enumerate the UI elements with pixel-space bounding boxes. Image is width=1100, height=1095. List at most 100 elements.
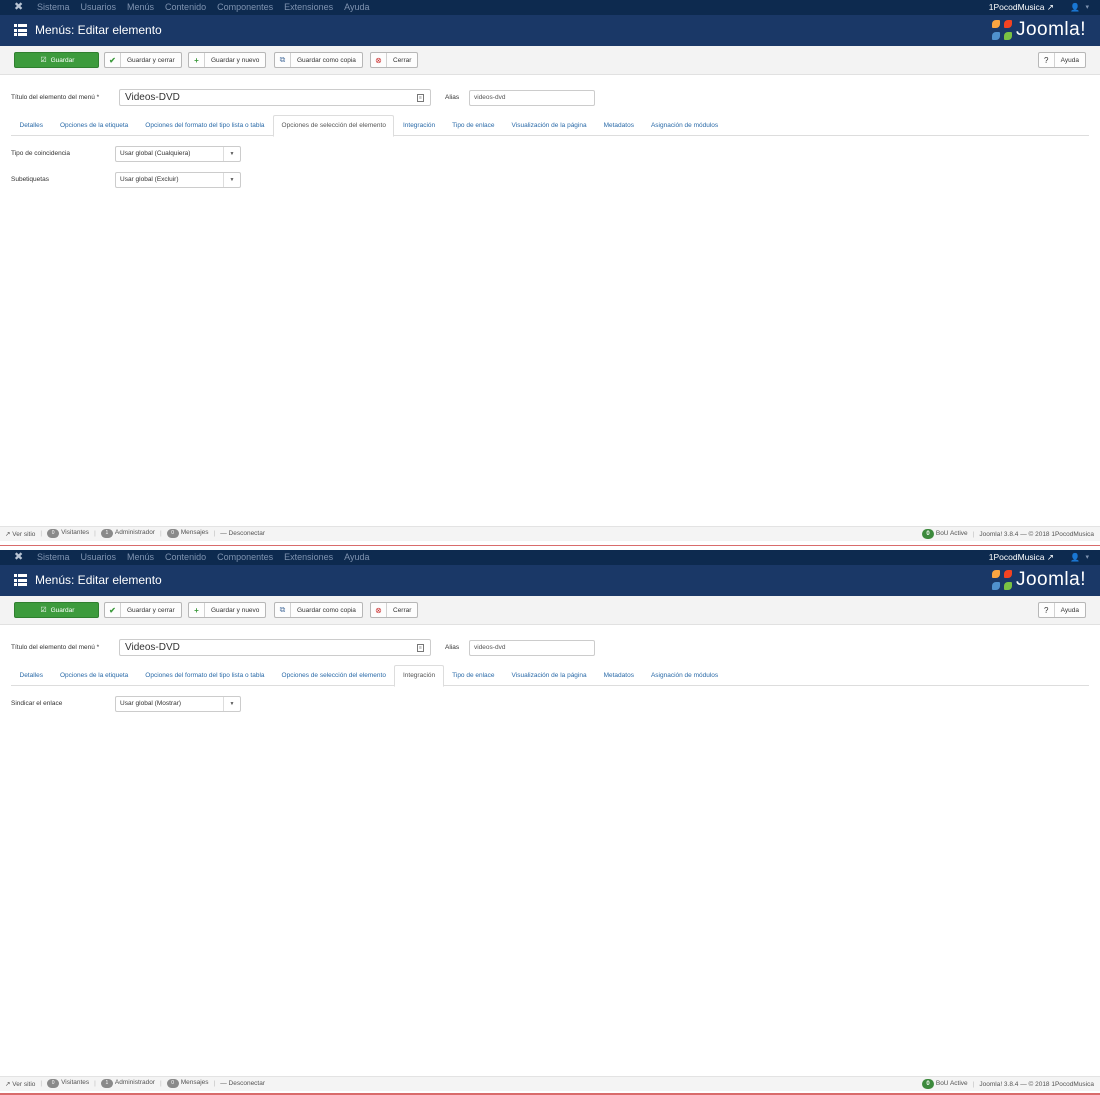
tab-details[interactable]: Detalles — [11, 665, 51, 686]
menu-contenido[interactable]: Contenido — [165, 2, 206, 13]
page-title: Menús: Editar elemento — [35, 573, 162, 587]
check-icon: ✔ — [105, 53, 121, 67]
save-icon: ☑ — [40, 607, 47, 614]
toolbar: ☑ Guardar ✔ Guardar y cerrar + Guardar y nu… — [0, 596, 1100, 625]
external-link-icon: ↗ — [5, 530, 11, 538]
tab-page-display[interactable]: Visualización de la página — [503, 665, 595, 686]
menu-usuarios[interactable]: Usuarios — [81, 552, 117, 563]
tab-list-layout-options[interactable]: Opciones del formato del tipo lista o ta… — [137, 665, 273, 686]
save-copy-button[interactable]: ⧉ Guardar como copia — [274, 52, 363, 68]
tab-metadata[interactable]: Metadatos — [595, 665, 642, 686]
menu-sistema[interactable]: Sistema — [37, 2, 70, 13]
tab-item-selection-options[interactable]: Opciones de selección del elemento — [273, 665, 394, 686]
caret-down-icon: ▼ — [223, 697, 240, 711]
help-button[interactable]: ? Ayuda — [1037, 602, 1086, 618]
tab-page-display[interactable]: Visualización de la página — [503, 115, 595, 136]
save-button[interactable]: ☑ Guardar — [14, 602, 99, 618]
external-link-icon: ↗ — [5, 1080, 11, 1088]
syndicate-link-select[interactable]: Usar global (Mostrar) ▼ — [115, 696, 241, 712]
alias-input[interactable]: videos-dvd — [469, 640, 595, 656]
menu-extensiones[interactable]: Extensiones — [284, 552, 333, 563]
messages-link[interactable]: 0 Mensajes — [166, 1079, 209, 1088]
view-site-link[interactable]: ↗ Ver sitio — [5, 530, 35, 538]
help-button[interactable]: ? Ayuda — [1037, 52, 1086, 68]
save-close-button[interactable]: ✔ Guardar y cerrar — [104, 602, 182, 618]
list-icon — [14, 24, 27, 36]
tab-details[interactable]: Detalles — [11, 115, 51, 136]
caret-down-icon: ▼ — [223, 147, 240, 161]
title-input[interactable]: Videos-DVD ≡ — [119, 639, 431, 656]
menu-ayuda[interactable]: Ayuda — [344, 552, 369, 563]
syndicate-link-label: Sindicar el enlace — [11, 700, 63, 707]
match-type-select[interactable]: Usar global (Cualquiera) ▼ — [115, 146, 241, 162]
save-close-button[interactable]: ✔ Guardar y cerrar — [104, 52, 182, 68]
admin-status: 1 Administrador — [100, 529, 155, 538]
version-text: Joomla! 3.8.4 — © 2018 1PocodMusica — [979, 1080, 1094, 1088]
page-header: Menús: Editar elemento Joomla! — [0, 15, 1100, 46]
menu-extensiones[interactable]: Extensiones — [284, 2, 333, 13]
alias-input[interactable]: videos-dvd — [469, 90, 595, 106]
menu-componentes[interactable]: Componentes — [217, 2, 273, 13]
plus-icon: + — [189, 603, 205, 617]
save-new-button[interactable]: + Guardar y nuevo — [188, 52, 267, 68]
screen-item-selection-options: ✖ Sistema Usuarios Menús Contenido Compo… — [0, 0, 1100, 545]
save-new-button[interactable]: + Guardar y nuevo — [188, 602, 267, 618]
tab-tag-options[interactable]: Opciones de la etiqueta — [51, 115, 136, 136]
tab-link-type[interactable]: Tipo de enlace — [444, 115, 503, 136]
close-button[interactable]: ⊗ Cerrar — [370, 602, 419, 618]
joomla-menu-icon[interactable]: ✖ — [14, 2, 25, 13]
bou-status: 0 BoU Active — [922, 529, 968, 539]
logout-link[interactable]: — Desconectar — [220, 530, 265, 537]
menu-componentes[interactable]: Componentes — [217, 552, 273, 563]
joomla-logo: Joomla! — [991, 570, 1086, 590]
chevron-down-icon[interactable]: ▾ — [1085, 552, 1089, 563]
save-button[interactable]: ☑ Guardar — [14, 52, 99, 68]
tab-link-type[interactable]: Tipo de enlace — [444, 665, 503, 686]
messages-link[interactable]: 0 Mensajes — [166, 529, 209, 538]
document-icon: ≡ — [417, 644, 424, 652]
tab-tag-options[interactable]: Opciones de la etiqueta — [51, 665, 136, 686]
question-icon: ? — [1039, 603, 1055, 617]
question-icon: ? — [1039, 53, 1055, 67]
tab-item-selection-options[interactable]: Opciones de selección del elemento — [273, 115, 395, 137]
tab-bar: Detalles Opciones de la etiqueta Opcione… — [11, 665, 1089, 687]
close-icon: ⊗ — [371, 603, 387, 617]
menu-contenido[interactable]: Contenido — [165, 552, 206, 563]
minus-icon: — — [220, 530, 227, 537]
user-icon[interactable]: 👤 — [1070, 552, 1080, 563]
view-site-link[interactable]: ↗ Ver sitio — [5, 1080, 35, 1088]
subtags-select[interactable]: Usar global (Excluir) ▼ — [115, 172, 241, 188]
chevron-down-icon[interactable]: ▾ — [1085, 2, 1089, 13]
tab-list-layout-options[interactable]: Opciones del formato del tipo lista o ta… — [137, 115, 273, 136]
plus-icon: + — [189, 53, 205, 67]
logout-link[interactable]: — Desconectar — [220, 1080, 265, 1087]
caret-down-icon: ▼ — [223, 173, 240, 187]
external-link-icon: ↗ — [1046, 2, 1054, 12]
menu-sistema[interactable]: Sistema — [37, 552, 70, 563]
tab-metadata[interactable]: Metadatos — [595, 115, 642, 136]
site-link[interactable]: 1PocodMusica ↗ — [989, 552, 1054, 563]
tab-module-assignment[interactable]: Asignación de módulos — [642, 665, 726, 686]
joomla-mark-icon — [991, 20, 1012, 40]
match-type-label: Tipo de coincidencia — [11, 150, 71, 157]
menu-menus[interactable]: Menús — [127, 552, 154, 563]
save-copy-button[interactable]: ⧉ Guardar como copia — [274, 602, 363, 618]
close-button[interactable]: ⊗ Cerrar — [370, 52, 419, 68]
site-link[interactable]: 1PocodMusica ↗ — [989, 2, 1054, 13]
title-input[interactable]: Videos-DVD ≡ — [119, 89, 431, 106]
bou-status: 0 BoU Active — [922, 1079, 968, 1089]
user-icon[interactable]: 👤 — [1070, 2, 1080, 13]
admin-navbar: ✖ Sistema Usuarios Menús Contenido Compo… — [0, 0, 1100, 15]
status-bar: ↗ Ver sitio | 0 Visitantes | 1 Administrad… — [0, 1076, 1100, 1091]
tab-integration[interactable]: Integración — [394, 665, 444, 687]
menu-ayuda[interactable]: Ayuda — [344, 2, 369, 13]
joomla-logo: Joomla! — [991, 20, 1086, 40]
admin-menu: Sistema Usuarios Menús Contenido Compone… — [37, 2, 370, 13]
tab-module-assignment[interactable]: Asignación de módulos — [642, 115, 726, 136]
external-link-icon: ↗ — [1046, 552, 1054, 562]
joomla-menu-icon[interactable]: ✖ — [14, 552, 25, 563]
tab-integration[interactable]: Integración — [394, 115, 443, 136]
save-icon: ☑ — [40, 57, 47, 64]
menu-menus[interactable]: Menús — [127, 2, 154, 13]
menu-usuarios[interactable]: Usuarios — [81, 2, 117, 13]
